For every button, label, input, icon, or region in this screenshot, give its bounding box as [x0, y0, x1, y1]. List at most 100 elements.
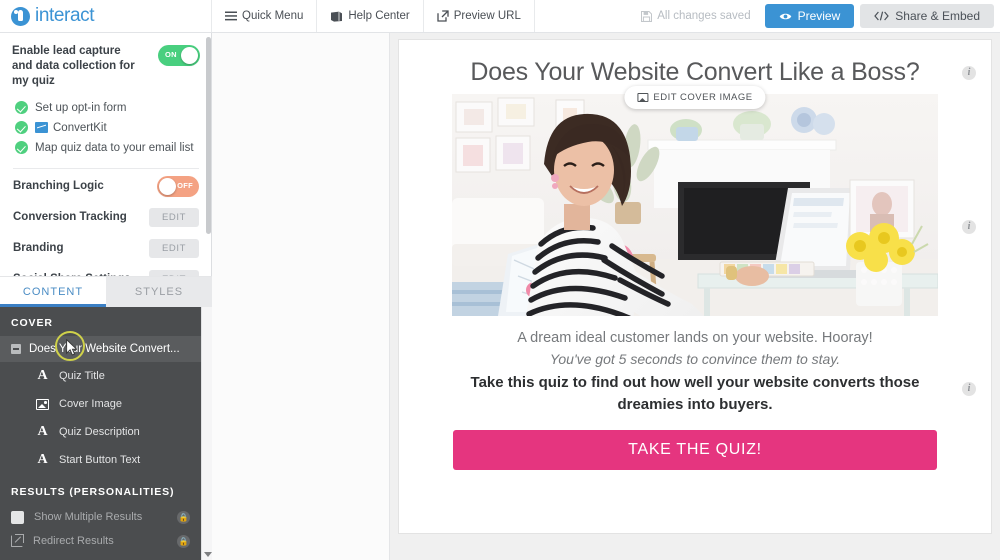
tab-content[interactable]: CONTENT — [0, 277, 106, 312]
tree-item-label: Start Button Text — [59, 454, 141, 466]
book-icon — [330, 11, 343, 22]
chevron-down-icon[interactable] — [204, 552, 212, 557]
quiz-cover-card: Does Your Website Convert Like a Boss? E… — [398, 39, 992, 534]
edit-cover-image-button[interactable]: EDIT COVER IMAGE — [624, 86, 766, 109]
checklist-item-mapdata[interactable]: Map quiz data to your email list — [12, 138, 200, 157]
setting-row-branding: Branding EDIT — [12, 234, 200, 262]
tree-section-cover: COVER — [11, 317, 53, 329]
interact-quiz-builder: interact Quick Menu Help Center Preview … — [0, 0, 1000, 560]
image-icon — [637, 93, 649, 102]
preview-url-label: Preview URL — [453, 10, 521, 22]
lead-capture-toggle[interactable]: ON — [158, 45, 200, 66]
spacer-column — [212, 33, 390, 560]
external-link-icon — [437, 10, 449, 22]
preview-button[interactable]: Preview — [764, 4, 855, 28]
tree-item-redirect-results[interactable]: Redirect Results 🔒 — [0, 529, 212, 553]
collapse-icon[interactable] — [11, 344, 21, 354]
tree-item-cover-image[interactable]: Cover Image — [0, 390, 212, 418]
divider — [13, 168, 199, 169]
quiz-title[interactable]: Does Your Website Convert Like a Boss? — [465, 56, 925, 88]
quiz-description[interactable]: A dream ideal customer lands on your web… — [445, 328, 945, 416]
tree-item-show-multiple-results[interactable]: Show Multiple Results 🔒 — [0, 505, 212, 529]
description-line-3: Take this quiz to find out how well your… — [470, 374, 920, 413]
tree-root-label: Does Your Website Convert... — [29, 343, 180, 355]
info-icon-description[interactable]: i — [962, 382, 976, 396]
checkbox-icon[interactable] — [11, 510, 24, 524]
preview-button-label: Preview — [797, 9, 841, 23]
tree-item-quiz-title[interactable]: A Quiz Title — [0, 362, 212, 390]
share-embed-label: Share & Embed — [895, 9, 980, 23]
tree-item-label: Cover Image — [59, 398, 122, 410]
edit-conversion-tracking-button[interactable]: EDIT — [148, 207, 199, 227]
toggle-knob — [159, 178, 176, 195]
code-brackets-icon — [874, 11, 890, 21]
checklist-item-convertkit[interactable]: ConvertKit — [12, 118, 200, 137]
interact-logo-icon — [11, 6, 30, 26]
lock-icon: 🔒 — [177, 534, 190, 548]
checklist-item-optin[interactable]: Set up opt-in form — [12, 98, 200, 117]
logo[interactable]: interact — [0, 0, 212, 32]
lead-capture-row: Enable lead capture and data collection … — [12, 44, 200, 89]
quiz-preview-canvas: Does Your Website Convert Like a Boss? E… — [390, 33, 1000, 560]
info-icon-image[interactable]: i — [962, 220, 976, 234]
convertkit-icon — [35, 122, 48, 133]
lead-capture-checklist: Set up opt-in form ConvertKit Map quiz d… — [12, 98, 200, 157]
quick-menu-button[interactable]: Quick Menu — [212, 0, 318, 32]
content-tree-panel: COVER Does Your Website Convert... A Qui… — [0, 307, 212, 560]
hamburger-icon — [225, 11, 237, 21]
take-the-quiz-button[interactable]: TAKE THE QUIZ! — [453, 430, 937, 470]
tree-item-start-button-text[interactable]: A Start Button Text — [0, 446, 212, 474]
tree-item-label: Redirect Results — [33, 535, 114, 547]
check-circle-icon — [15, 121, 28, 134]
text-A-icon: A — [37, 452, 48, 467]
edit-branding-button[interactable]: EDIT — [148, 238, 199, 258]
lock-icon: 🔒 — [177, 510, 190, 524]
check-circle-icon — [15, 101, 28, 114]
description-line-1: A dream ideal customer lands on your web… — [517, 330, 873, 346]
setting-row-conversion-tracking: Conversion Tracking EDIT — [12, 203, 200, 231]
toggle-knob — [181, 47, 198, 64]
cover-image-wrapper: EDIT COVER IMAGE — [399, 86, 991, 316]
settings-scrollbar[interactable] — [205, 33, 211, 276]
tree-item-quiz-description[interactable]: A Quiz Description — [0, 418, 212, 446]
tree-scrollbar[interactable] — [201, 307, 212, 560]
settings-scrollbar-thumb[interactable] — [206, 37, 211, 234]
save-status-label: All changes saved — [657, 10, 751, 22]
text-A-icon: A — [37, 424, 48, 439]
setting-label: Branding — [13, 242, 64, 254]
checklist-label: Map quiz data to your email list — [35, 141, 194, 154]
share-embed-button[interactable]: Share & Embed — [860, 4, 994, 28]
cover-image[interactable] — [452, 94, 938, 316]
branching-logic-toggle-label: OFF — [177, 181, 193, 190]
check-circle-icon — [15, 141, 28, 154]
settings-panel: Enable lead capture and data collection … — [0, 33, 211, 289]
tree-item-reorder-results[interactable]: Reorder Results — [0, 553, 212, 560]
preview-url-button[interactable]: Preview URL — [424, 0, 535, 32]
external-link-icon — [11, 534, 24, 547]
branching-logic-toggle[interactable]: OFF — [157, 176, 199, 197]
tree-item-label: Show Multiple Results — [34, 511, 143, 523]
help-center-button[interactable]: Help Center — [317, 0, 424, 32]
save-status: All changes saved — [641, 0, 764, 32]
lead-capture-toggle-label: ON — [165, 50, 177, 59]
setting-row-branching-logic: Branching Logic OFF — [12, 172, 200, 200]
info-icon-title[interactable]: i — [962, 66, 976, 80]
tree-item-label: Quiz Description — [59, 426, 140, 438]
description-line-2: You've got 5 seconds to convince them to… — [549, 351, 841, 367]
tab-styles-label: STYLES — [134, 286, 184, 298]
tree-item-label: Quiz Title — [59, 370, 105, 382]
tree-root-cover[interactable]: Does Your Website Convert... — [0, 336, 212, 362]
setting-label: Conversion Tracking — [13, 211, 127, 223]
logo-text: interact — [35, 5, 95, 26]
lead-capture-label: Enable lead capture and data collection … — [12, 45, 135, 87]
save-disk-icon — [641, 10, 653, 22]
app-header: interact Quick Menu Help Center Preview … — [0, 0, 1000, 33]
sidebar-tabs: CONTENT STYLES — [0, 276, 212, 312]
help-center-label: Help Center — [348, 10, 410, 22]
take-the-quiz-label: TAKE THE QUIZ! — [628, 441, 762, 458]
setting-label: Branching Logic — [13, 180, 104, 192]
tab-styles[interactable]: STYLES — [106, 277, 212, 307]
quick-menu-label: Quick Menu — [242, 10, 304, 22]
header-spacer — [535, 0, 641, 32]
eye-icon — [779, 12, 792, 21]
